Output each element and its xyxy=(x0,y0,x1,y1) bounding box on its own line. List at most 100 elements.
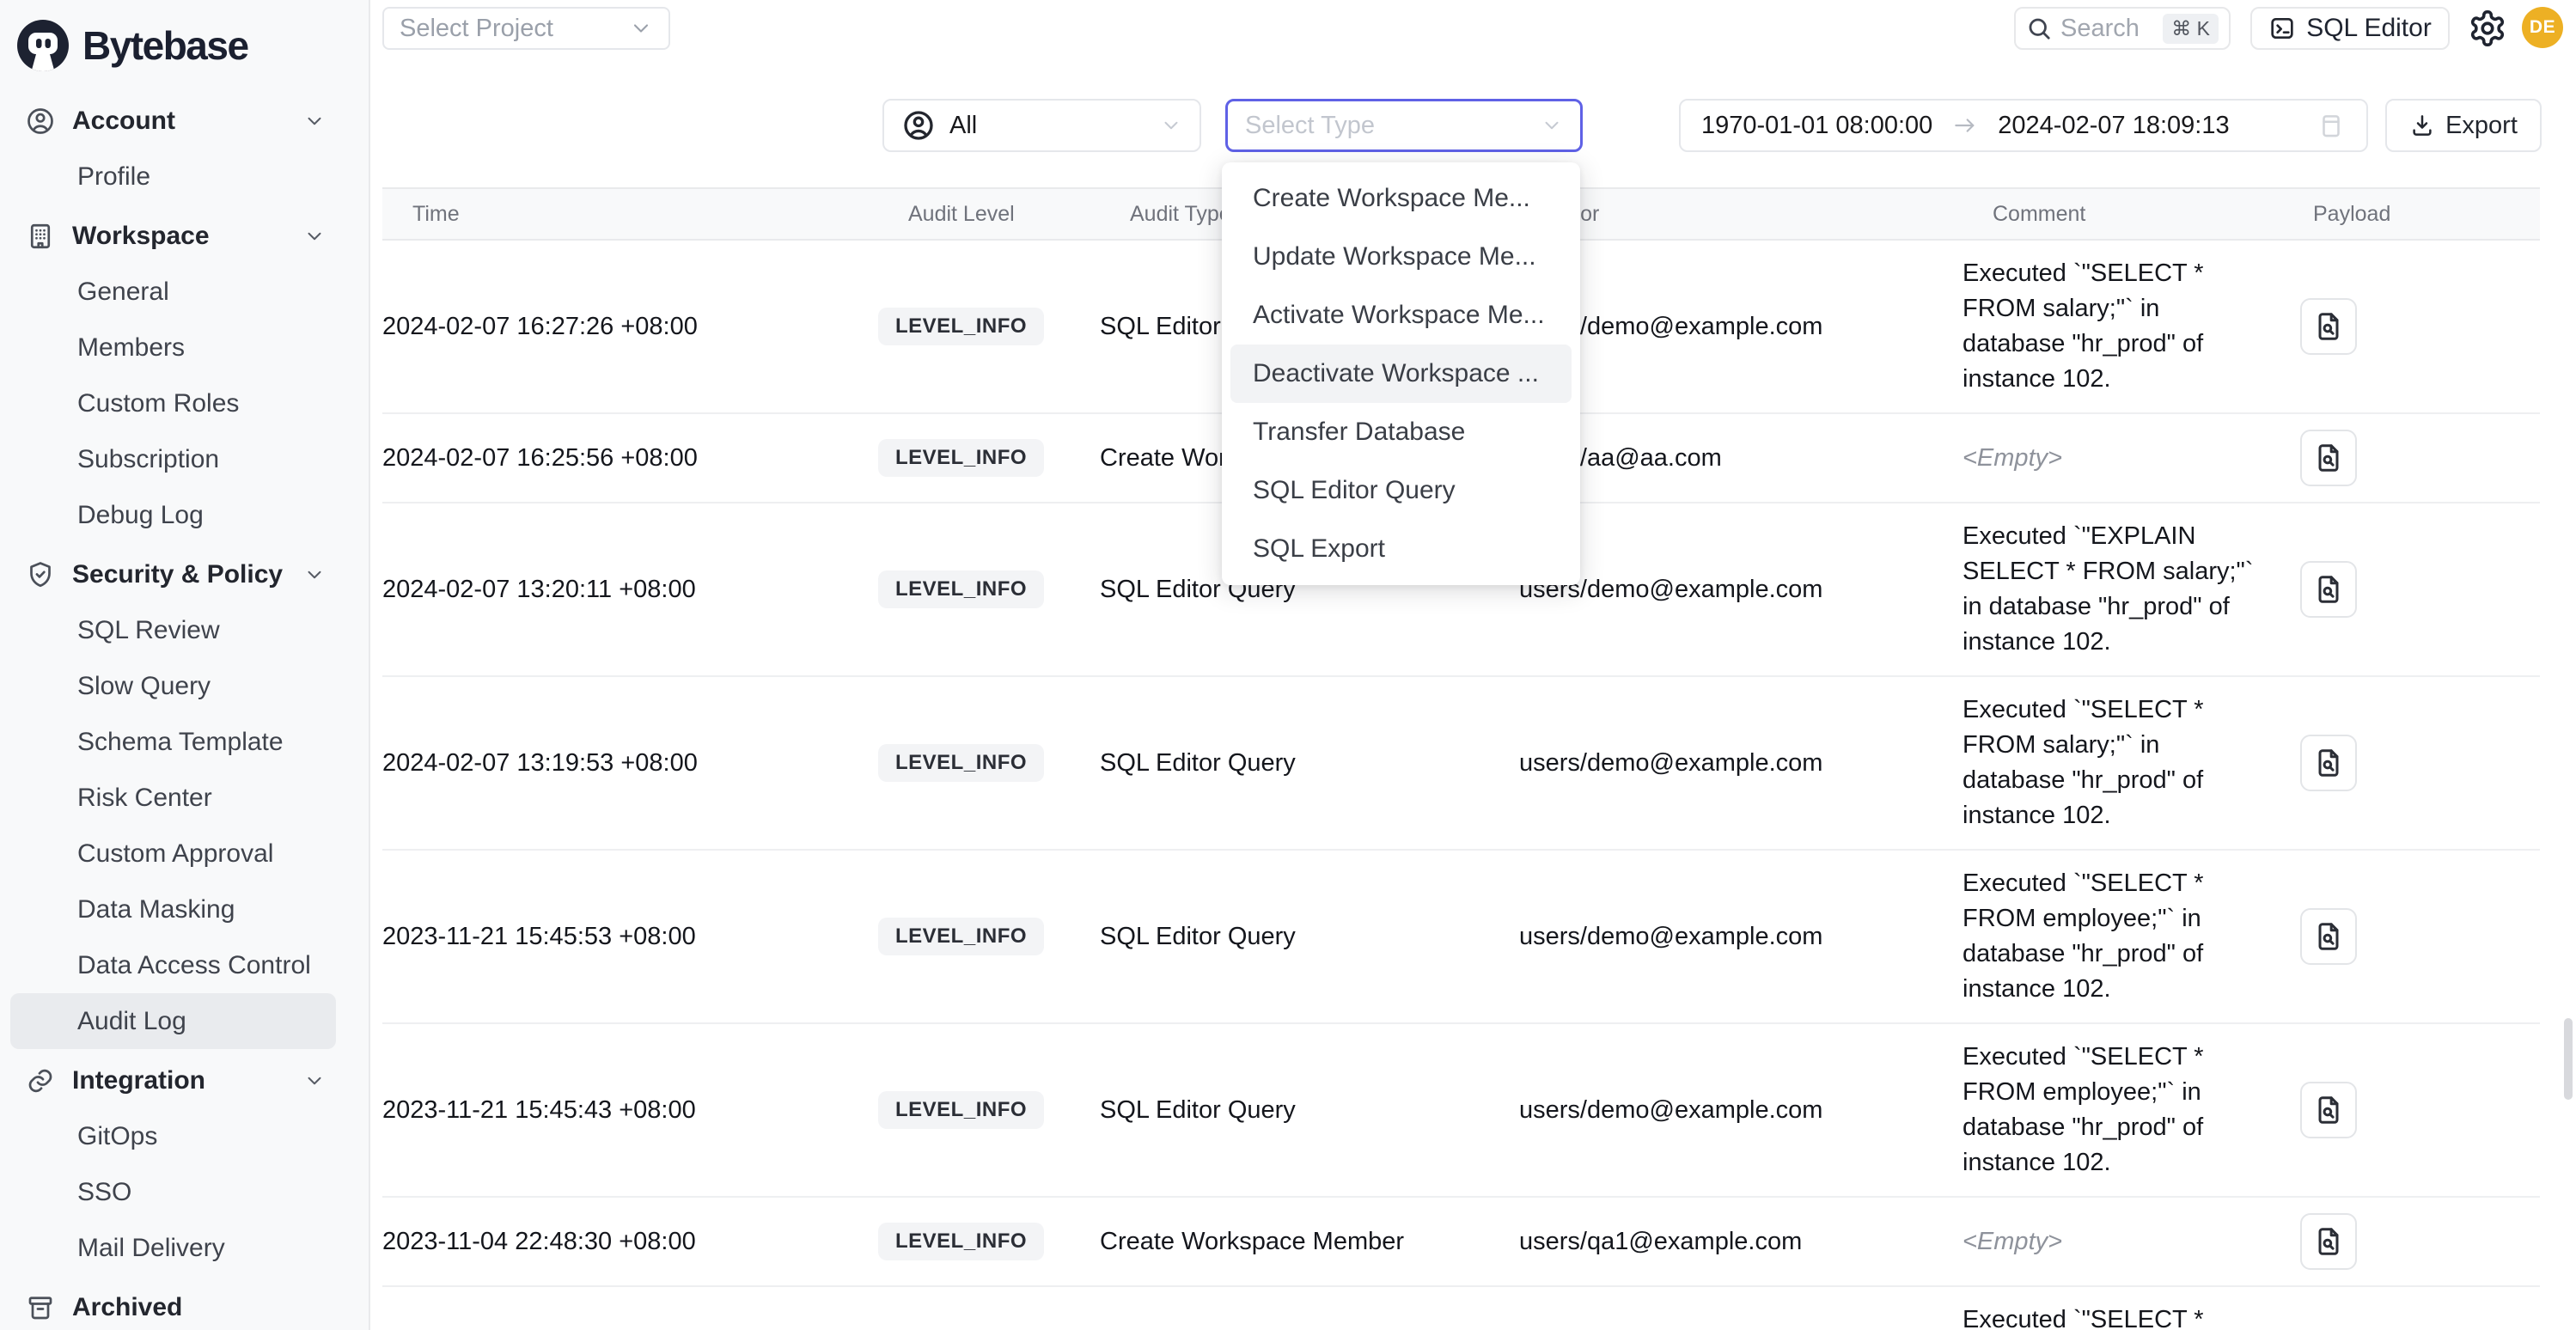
file-search-icon xyxy=(2312,1094,2345,1126)
user-circle-icon xyxy=(901,108,936,143)
cell-comment: Executed `"SELECT * FROM employee;"` in … xyxy=(1963,1040,2259,1181)
sidebar-item-general[interactable]: General xyxy=(10,264,336,320)
project-select[interactable]: Select Project xyxy=(382,7,670,50)
cell-audit-level: LEVEL_INFO xyxy=(878,439,1100,477)
sidebar-item-schema-template[interactable]: Schema Template xyxy=(10,714,336,770)
bytebase-logo-icon xyxy=(15,18,70,73)
sidebar-section-integration[interactable]: Integration xyxy=(10,1052,336,1108)
menu-item-sql-editor-query[interactable]: SQL Editor Query xyxy=(1230,461,1572,520)
type-filter-select[interactable]: Select Type xyxy=(1225,99,1583,152)
sql-editor-button[interactable]: SQL Editor xyxy=(2250,7,2450,50)
cell-audit-level: LEVEL_INFO xyxy=(878,1223,1100,1260)
sidebar-item-gitops[interactable]: GitOps xyxy=(10,1108,336,1164)
col-header-comment: Comment xyxy=(1993,202,2313,227)
menu-item-activate-workspace-me[interactable]: Activate Workspace Me... xyxy=(1230,286,1572,345)
cell-comment: Executed `"EXPLAIN SELECT * FROM salary;… xyxy=(1963,519,2259,660)
gear-icon[interactable] xyxy=(2468,9,2507,48)
file-search-icon xyxy=(2312,1225,2345,1258)
payload-view-button[interactable] xyxy=(2300,1082,2357,1138)
cell-audit-level: LEVEL_INFO xyxy=(878,308,1100,345)
payload-view-button[interactable] xyxy=(2300,735,2357,791)
payload-view-button[interactable] xyxy=(2300,430,2357,486)
cell-audit-type: SQL Editor Query xyxy=(1100,923,1519,951)
cell-audit-type: Create Workspace Member xyxy=(1100,1228,1519,1256)
sidebar-section-label: Workspace xyxy=(72,222,210,251)
sidebar-section-label: Integration xyxy=(72,1066,205,1095)
sidebar-section-archived[interactable]: Archived xyxy=(10,1279,336,1330)
sidebar-section-account[interactable]: Account xyxy=(10,93,336,149)
type-filter-menu: Create Workspace Me...Update Workspace M… xyxy=(1222,162,1580,585)
date-start-value[interactable]: 1970-01-01 08:00:00 xyxy=(1701,112,1932,140)
sidebar-item-sso[interactable]: SSO xyxy=(10,1164,336,1220)
table-row: 2024-02-07 13:19:53 +08:00LEVEL_INFOSQL … xyxy=(382,677,2540,851)
cell-comment: <Empty> xyxy=(1963,1224,2259,1260)
date-end-value[interactable]: 2024-02-07 18:09:13 xyxy=(1998,112,2229,140)
cell-time: 2024-02-07 13:20:11 +08:00 xyxy=(382,576,878,604)
audit-level-badge: LEVEL_INFO xyxy=(878,918,1044,955)
payload-view-button[interactable] xyxy=(2300,298,2357,355)
cell-actor: users/demo@example.com xyxy=(1519,313,1963,341)
search-box[interactable]: ⌘ K xyxy=(2014,7,2231,50)
avatar-initials: DE xyxy=(2530,17,2555,38)
col-header-audit-level: Audit Level xyxy=(908,202,1130,227)
sidebar-item-custom-approval[interactable]: Custom Approval xyxy=(10,826,336,882)
archive-icon xyxy=(25,1292,56,1323)
chevron-down-icon xyxy=(303,1070,326,1092)
cell-actor: users/qa1@example.com xyxy=(1519,1228,1963,1256)
cell-payload xyxy=(2283,561,2540,618)
search-input[interactable] xyxy=(2060,15,2138,43)
table-row: 2023-11-21 15:45:53 +08:00LEVEL_INFOSQL … xyxy=(382,851,2540,1024)
audit-level-badge: LEVEL_INFO xyxy=(878,1091,1044,1129)
export-label: Export xyxy=(2445,112,2518,140)
menu-item-transfer-database[interactable]: Transfer Database xyxy=(1230,403,1572,461)
brand-logo[interactable]: Bytebase xyxy=(0,0,369,86)
sidebar-item-subscription[interactable]: Subscription xyxy=(10,431,336,487)
search-icon xyxy=(2026,15,2052,41)
audit-level-badge: LEVEL_INFO xyxy=(878,308,1044,345)
export-button[interactable]: Export xyxy=(2385,99,2542,152)
menu-item-update-workspace-me[interactable]: Update Workspace Me... xyxy=(1230,228,1572,286)
payload-view-button[interactable] xyxy=(2300,908,2357,965)
file-search-icon xyxy=(2312,442,2345,474)
terminal-icon xyxy=(2268,15,2296,42)
calendar-icon xyxy=(2317,111,2346,140)
sidebar-item-audit-log[interactable]: Audit Log xyxy=(10,993,336,1049)
chevron-down-icon xyxy=(303,564,326,586)
actor-filter-select[interactable]: All xyxy=(882,99,1201,152)
sidebar-item-risk-center[interactable]: Risk Center xyxy=(10,770,336,826)
menu-item-sql-export[interactable]: SQL Export xyxy=(1230,520,1572,578)
cell-comment: Executed `"SELECT * FROM salary;"` in da… xyxy=(1963,256,2259,397)
payload-view-button[interactable] xyxy=(2300,561,2357,618)
scrollbar-thumb[interactable] xyxy=(2564,1018,2573,1100)
sidebar-item-members[interactable]: Members xyxy=(10,320,336,375)
sidebar-section-workspace[interactable]: Workspace xyxy=(10,208,336,264)
sidebar-item-custom-roles[interactable]: Custom Roles xyxy=(10,375,336,431)
file-search-icon xyxy=(2312,310,2345,343)
app-root: Bytebase AccountProfileWorkspaceGeneralM… xyxy=(0,0,2576,1330)
date-range-picker[interactable]: 1970-01-01 08:00:00 2024-02-07 18:09:13 xyxy=(1679,99,2368,152)
cell-payload xyxy=(2283,735,2540,791)
download-icon xyxy=(2409,113,2435,138)
cell-payload xyxy=(2283,298,2540,355)
payload-view-button[interactable] xyxy=(2300,1213,2357,1270)
menu-item-deactivate-workspace[interactable]: Deactivate Workspace ... xyxy=(1230,345,1572,403)
cell-actor: users/demo@example.com xyxy=(1519,923,1963,951)
sidebar-section-security-policy[interactable]: Security & Policy xyxy=(10,546,336,602)
sidebar-item-data-access-control[interactable]: Data Access Control xyxy=(10,937,336,993)
col-header-actor: Actor xyxy=(1549,202,1993,227)
sidebar-nav: AccountProfileWorkspaceGeneralMembersCus… xyxy=(0,93,369,1330)
brand-name: Bytebase xyxy=(82,22,248,69)
cell-time: 2023-11-04 22:48:30 +08:00 xyxy=(382,1228,878,1256)
link-icon xyxy=(25,1065,56,1096)
sidebar-item-debug-log[interactable]: Debug Log xyxy=(10,487,336,543)
sidebar-item-profile[interactable]: Profile xyxy=(10,149,336,204)
cell-actor: users/aa@aa.com xyxy=(1519,444,1963,473)
sql-editor-label: SQL Editor xyxy=(2306,14,2432,43)
sidebar-item-sql-review[interactable]: SQL Review xyxy=(10,602,336,658)
cell-audit-type: SQL Editor Query xyxy=(1100,749,1519,778)
avatar[interactable]: DE xyxy=(2522,7,2563,48)
menu-item-create-workspace-me[interactable]: Create Workspace Me... xyxy=(1230,169,1572,228)
sidebar-item-mail-delivery[interactable]: Mail Delivery xyxy=(10,1220,336,1276)
sidebar-item-slow-query[interactable]: Slow Query xyxy=(10,658,336,714)
sidebar-item-data-masking[interactable]: Data Masking xyxy=(10,882,336,937)
